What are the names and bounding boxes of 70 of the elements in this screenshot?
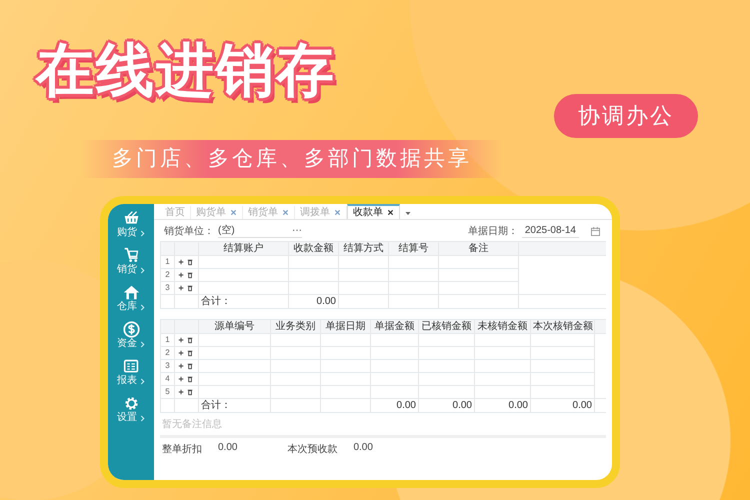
- footer-value: 0.00: [353, 442, 373, 455]
- chevron-icon: [140, 414, 145, 422]
- date-label: 单据日期：: [468, 224, 518, 238]
- row-number: 3: [160, 360, 174, 372]
- row-number: 5: [160, 386, 174, 398]
- chevron-icon: [140, 304, 145, 310]
- close-icon[interactable]: [387, 209, 394, 216]
- headline: 在线进销存: [36, 37, 336, 105]
- add-delete-icon[interactable]: [177, 284, 195, 292]
- tab[interactable]: 销货单: [243, 206, 295, 219]
- column-header: 结算号: [388, 242, 438, 256]
- footer-value: 0.00: [218, 442, 238, 455]
- column-header: 本次核销金额: [530, 320, 594, 334]
- sidebar-item[interactable]: 销货: [108, 245, 154, 278]
- row-number: 2: [160, 346, 174, 360]
- chevron-icon: [140, 378, 145, 384]
- chevron-icon: [140, 266, 145, 274]
- add-delete-icon[interactable]: [177, 375, 195, 383]
- total-value: 0.00: [370, 398, 418, 412]
- date-field[interactable]: 2025-08-14: [522, 224, 579, 238]
- report-icon: [122, 358, 140, 375]
- sidebar-item[interactable]: 报表: [108, 356, 154, 389]
- calendar-icon[interactable]: [591, 226, 600, 236]
- sidebar-item[interactable]: 仓库: [108, 282, 154, 315]
- column-header: 单据日期: [320, 320, 370, 334]
- sidebar-item[interactable]: 购货: [108, 208, 154, 241]
- column-header: 备注: [438, 242, 518, 256]
- footer-label: 本次预收款: [287, 442, 338, 456]
- customer-field[interactable]: (空) ···: [218, 224, 302, 238]
- settings-icon: [122, 395, 140, 412]
- dropdown-caret-icon[interactable]: [404, 209, 412, 217]
- column-header: 业务类别: [270, 320, 320, 334]
- chevron-icon: [140, 340, 145, 348]
- tab[interactable]: 首页: [160, 206, 191, 219]
- cart-icon: [122, 247, 140, 264]
- tab[interactable]: 购货单: [191, 206, 243, 219]
- row-number: 1: [160, 256, 174, 268]
- sidebar-item[interactable]: 设置: [108, 393, 154, 426]
- footer-label: 整单折扣: [162, 442, 202, 456]
- row-number: 4: [160, 372, 174, 386]
- chevron-icon: [140, 230, 145, 236]
- column-header: 已核销金额: [418, 320, 474, 334]
- column-header: 单据金额: [370, 320, 418, 334]
- add-delete-icon[interactable]: [177, 271, 195, 279]
- column-header: 结算方式: [338, 242, 388, 256]
- sidebar-item[interactable]: 资金: [108, 319, 154, 352]
- add-delete-icon[interactable]: [177, 349, 195, 357]
- column-header: 收款金额: [288, 242, 338, 256]
- tab[interactable]: 收款单: [347, 204, 400, 219]
- add-delete-icon[interactable]: [177, 362, 195, 370]
- row-number: 1: [160, 334, 174, 346]
- column-header: 结算账户: [198, 242, 288, 256]
- column-header: 源单编号: [198, 320, 270, 334]
- total-label: 合计：: [198, 294, 288, 308]
- note-field[interactable]: 暂无备注信息: [160, 419, 606, 438]
- customer-label: 销货单位：: [164, 224, 214, 238]
- total-value: 0.00: [530, 398, 594, 412]
- total-label: 合计：: [198, 398, 270, 412]
- total-value: 0.00: [288, 294, 338, 308]
- dollar-coin-icon: [122, 321, 140, 338]
- house-icon: [122, 284, 140, 301]
- badge-label: 协调办公: [554, 94, 698, 138]
- total-value: 0.00: [418, 398, 474, 412]
- row-number: 2: [160, 268, 174, 282]
- add-delete-icon[interactable]: [177, 336, 195, 344]
- column-header: 未核销金额: [474, 320, 530, 334]
- total-value: 0.00: [474, 398, 530, 412]
- row-number: 3: [160, 282, 174, 294]
- add-delete-icon[interactable]: [177, 258, 195, 266]
- add-delete-icon[interactable]: [177, 388, 195, 396]
